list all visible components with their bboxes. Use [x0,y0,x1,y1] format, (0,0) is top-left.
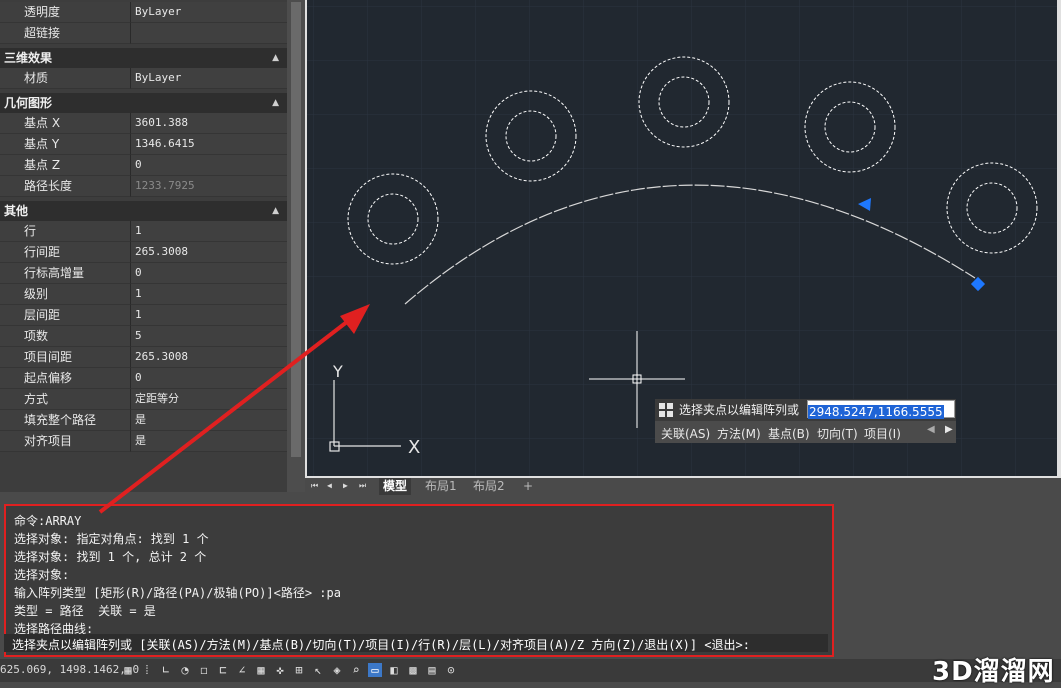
prop-row-base-z[interactable]: 基点 Z 0 [0,155,287,176]
prop-row-base-y[interactable]: 基点 Y 1346.6415 [0,134,287,155]
tab-add[interactable]: + [523,478,533,495]
ucs-y-label: Y [332,362,343,381]
otrack-icon[interactable]: ⊏ [216,663,230,677]
command-history-line: 输入阵列类型 [矩形(R)/路径(PA)/极轴(PO)]<路径> :pa [14,586,341,600]
gizmo-icon[interactable]: ◈ [330,663,344,677]
hardware-icon[interactable]: ▩ [406,663,420,677]
option-associative[interactable]: 关联(AS) [661,425,710,442]
section-geometry[interactable]: 几何图形 ▲ [0,93,287,113]
clean-icon[interactable]: ▤ [425,663,439,677]
dynamic-input-prompt: 选择夹点以编辑阵列或 [679,403,800,417]
prop-row-levels[interactable]: 级别 1 [0,284,287,305]
workspace-icon[interactable]: ▭ [368,663,382,677]
command-history-line: 类型 = 路径 关联 = 是 [14,604,156,618]
watermark-logo: 3D溜溜网 [932,657,1055,687]
command-input[interactable]: 选择夹点以编辑阵列或 [关联(AS)/方法(M)/基点(B)/切向(T)/项目(… [4,634,828,652]
prop-row-item-spacing[interactable]: 项目间距 265.3008 [0,347,287,368]
prop-row-transparency[interactable]: 透明度 ByLayer [0,2,287,23]
command-history-line: 选择对象: 指定对角点: 找到 1 个 [14,532,209,546]
option-base-point[interactable]: 基点(B) [768,425,810,442]
prev-tab-icon[interactable]: ◀ [327,481,332,490]
grid-icon[interactable]: ▦ [121,663,135,677]
prop-row-item-count[interactable]: 项数 5 [0,326,287,347]
dynamic-input-tooltip: 选择夹点以编辑阵列或 2948.5247,1166.5555 关联(AS) 方法… [655,399,956,443]
prop-row-path-length: 路径长度 1233.7925 [0,176,287,197]
command-history-line: 选择对象: 找到 1 个, 总计 2 个 [14,550,207,564]
prop-row-base-x[interactable]: 基点 X 3601.388 [0,113,287,134]
dynamic-input-field[interactable]: 2948.5247,1166.5555 [807,400,955,419]
array-grip-icon [659,403,673,417]
ducs-icon[interactable]: ∠ [235,663,249,677]
status-bar: 625.069, 1498.1462, 0 ▦ ⁞ ∟ ◔ ◻ ⊏ ∠ ▦ ✜ … [0,659,1061,682]
properties-scrollbar[interactable] [287,0,305,492]
section-3d-effects[interactable]: 三维效果 ▲ [0,48,287,68]
next-tab-icon[interactable]: ▶ [343,481,348,490]
section-other[interactable]: 其他 ▲ [0,201,287,221]
snap-icon[interactable]: ⁞ [140,663,154,677]
prop-row-start-offset[interactable]: 起点偏移 0 [0,368,287,389]
transparency-icon[interactable]: ⊞ [292,663,306,677]
customize-icon[interactable]: ⊙ [444,663,458,677]
polar-icon[interactable]: ◔ [178,663,192,677]
prop-row-fill-path[interactable]: 填充整个路径是 [0,410,287,431]
option-method[interactable]: 方法(M) [717,425,761,442]
command-history-line: 选择对象: [14,568,70,582]
command-history-line: 命令:ARRAY [14,514,82,528]
selection-icon[interactable]: ↖ [311,663,325,677]
option-tangent[interactable]: 切向(T) [817,425,858,442]
tab-layout1[interactable]: 布局1 [425,478,457,495]
tab-model[interactable]: 模型 [379,478,412,495]
prop-row-row-spacing[interactable]: 行间距 265.3008 [0,242,287,263]
options-right-icon[interactable]: ▶ [945,424,953,435]
prop-row-align-items[interactable]: 对齐项目是 [0,431,287,452]
option-items[interactable]: 项目(I) [864,425,901,442]
collapse-icon[interactable]: ▲ [272,93,279,113]
ortho-icon[interactable]: ∟ [159,663,173,677]
layout-tab-bar: ⏮ ◀ ▶ ⏭ 模型 布局1 布局2 + [305,478,1061,496]
annotation-icon[interactable]: ⌕ [349,663,363,677]
command-prompt-text: 选择夹点以编辑阵列或 [关联(AS)/方法(M)/基点(B)/切向(T)/项目(… [12,638,751,652]
prop-row-material[interactable]: 材质 ByLayer [0,68,287,89]
options-left-icon[interactable]: ◀ [927,424,935,435]
prop-row-rows[interactable]: 行1 [0,221,287,242]
osnap-icon[interactable]: ◻ [197,663,211,677]
tab-layout2[interactable]: 布局2 [473,478,505,495]
ucs-x-label: X [408,437,420,458]
properties-panel: 透明度 ByLayer 超链接 三维效果 ▲ 材质 ByLayer 几何图形 ▲… [0,0,287,492]
isolate-icon[interactable]: ◧ [387,663,401,677]
first-tab-icon[interactable]: ⏮ [311,481,318,491]
collapse-icon[interactable]: ▲ [272,201,279,221]
prop-row-hyperlink[interactable]: 超链接 [0,23,287,44]
lineweight-icon[interactable]: ✜ [273,663,287,677]
last-tab-icon[interactable]: ⏭ [359,481,366,491]
dyn-icon[interactable]: ▦ [254,663,268,677]
scrollbar-thumb[interactable] [291,2,301,457]
coordinate-readout: 625.069, 1498.1462, 0 [0,663,140,676]
prop-row-method[interactable]: 方式 定距等分 [0,389,287,410]
dynamic-input-options: 关联(AS) 方法(M) 基点(B) 切向(T) 项目(I) ◀ ▶ [655,421,956,443]
prop-row-row-elevation[interactable]: 行标高增量 0 [0,263,287,284]
collapse-icon[interactable]: ▲ [272,48,279,68]
prop-row-level-spacing[interactable]: 层间距 1 [0,305,287,326]
